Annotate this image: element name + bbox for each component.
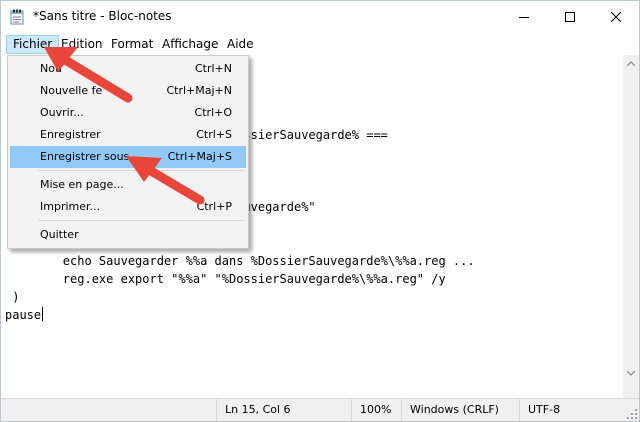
menu-item-new[interactable]: Nou Ctrl+N — [10, 58, 246, 80]
menu-item-print[interactable]: Imprimer... Ctrl+P — [10, 196, 246, 218]
menu-item-label: Imprimer... — [40, 200, 101, 213]
vertical-scrollbar[interactable] — [623, 55, 639, 398]
file-menu-dropdown: Nou Ctrl+N Nouvelle fe Ctrl+Maj+N Ouvrir… — [7, 55, 249, 249]
menu-item-shortcut: Ctrl+S — [196, 128, 232, 141]
scroll-up-button[interactable] — [623, 55, 639, 71]
menu-item-shortcut: Ctrl+Maj+N — [166, 84, 232, 97]
minimize-button[interactable] — [501, 1, 547, 33]
editor-line-last: pause — [5, 307, 44, 325]
menu-item-quit[interactable]: Quitter — [10, 224, 246, 246]
close-button[interactable] — [593, 1, 639, 33]
menu-item-shortcut: Ctrl+O — [194, 106, 232, 119]
notepad-window: *Sans titre - Bloc-notes Fichier Edition… — [0, 0, 640, 422]
menu-item-new-window[interactable]: Nouvelle fe Ctrl+Maj+N — [10, 80, 246, 102]
line-endings: Windows (CRLF) — [401, 399, 499, 421]
maximize-icon — [565, 12, 575, 22]
editor-line: ) — [5, 290, 20, 304]
editor-line: echo Sauvegarder %%a dans %DossierSauveg… — [5, 254, 475, 268]
menu-item-shortcut: Ctrl+P — [196, 200, 232, 213]
status-bar: Ln 15, Col 6 100% Windows (CRLF) UTF-8 — [1, 398, 639, 421]
maximize-button[interactable] — [547, 1, 593, 33]
notepad-icon — [10, 9, 24, 25]
minimize-icon — [519, 17, 529, 18]
menu-item-shortcut: Ctrl+Maj+S — [167, 150, 232, 163]
chevron-up-icon — [627, 60, 635, 66]
menu-item-shortcut: Ctrl+N — [194, 62, 232, 75]
editor-line: reg.exe export "%%a" "%DossierSauvegarde… — [5, 272, 446, 286]
menu-bar: Fichier Edition Format Affichage Aide — [1, 34, 639, 54]
chevron-down-icon — [627, 370, 635, 376]
zoom-level: 100% — [351, 399, 391, 421]
text-caret — [42, 307, 44, 321]
menu-separator — [38, 220, 244, 221]
menu-format[interactable]: Format — [105, 35, 159, 54]
menu-item-save[interactable]: Enregistrer Ctrl+S — [10, 124, 246, 146]
close-icon — [611, 12, 621, 22]
window-title: *Sans titre - Bloc-notes — [33, 9, 172, 23]
menu-aide[interactable]: Aide — [221, 35, 260, 54]
menu-item-label: Ouvrir... — [40, 106, 84, 119]
cursor-position: Ln 15, Col 6 — [216, 399, 291, 421]
menu-item-open[interactable]: Ouvrir... Ctrl+O — [10, 102, 246, 124]
menu-item-page-setup[interactable]: Mise en page... — [10, 174, 246, 196]
scroll-down-button[interactable] — [623, 365, 639, 381]
menu-affichage[interactable]: Affichage — [156, 35, 224, 54]
menu-edition[interactable]: Edition — [55, 35, 109, 54]
menu-separator — [38, 170, 244, 171]
menu-item-save-as[interactable]: Enregistrer sous... Ctrl+Maj+S — [10, 146, 246, 168]
menu-item-label: Nou — [40, 62, 62, 75]
menu-item-label: Enregistrer — [40, 128, 101, 141]
encoding: UTF-8 — [519, 399, 560, 421]
menu-fichier[interactable]: Fichier — [6, 35, 60, 54]
resize-grip-icon[interactable] — [627, 409, 637, 419]
menu-item-label: Nouvelle fe — [40, 84, 103, 97]
menu-item-label: Mise en page... — [40, 178, 124, 191]
menu-item-label: Quitter — [40, 228, 79, 241]
menu-item-label: Enregistrer sous... — [40, 150, 140, 163]
title-bar[interactable]: *Sans titre - Bloc-notes — [1, 1, 639, 33]
editor-line-text: pause — [5, 308, 42, 322]
